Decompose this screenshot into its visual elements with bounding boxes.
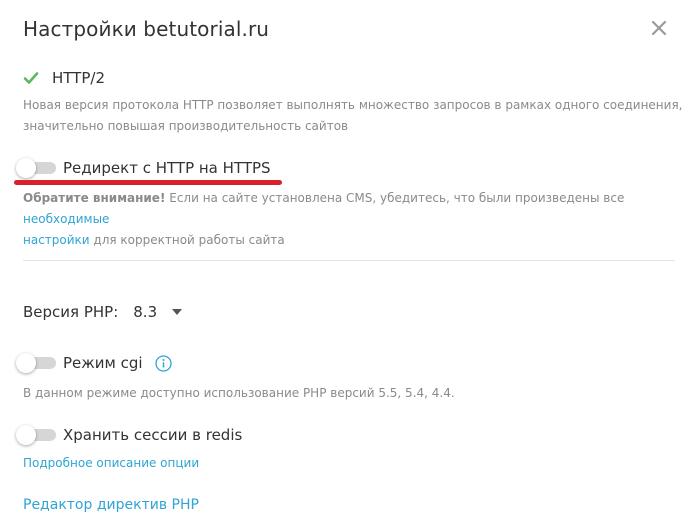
- redis-toggle[interactable]: [16, 425, 56, 445]
- checkmark-icon: [23, 72, 39, 84]
- warning-tail: для корректной работы сайта: [89, 233, 285, 247]
- http2-label: HTTP/2: [52, 69, 105, 87]
- settings-link[interactable]: настройки: [23, 233, 90, 247]
- necessary-settings-link[interactable]: необходимые: [23, 212, 109, 226]
- chevron-down-icon: [172, 309, 183, 315]
- php-version-value: 8.3: [133, 303, 158, 321]
- redirect-row: Редирект с HTTP на HTTPS: [16, 158, 271, 178]
- option-description-link[interactable]: Подробное описание опции: [23, 456, 199, 470]
- php-version-label: Версия PHP:: [23, 303, 119, 321]
- redis-label: Хранить сессии в redis: [63, 426, 243, 444]
- cgi-toggle[interactable]: [16, 353, 56, 373]
- section-divider: [23, 260, 675, 261]
- php-version-row: Версия PHP: 8.3: [23, 303, 183, 321]
- php-version-select[interactable]: 8.3: [133, 303, 183, 321]
- info-icon[interactable]: [154, 354, 172, 372]
- cgi-label: Режим cgi: [63, 354, 143, 372]
- http2-description-line2: значительно повышая производительность с…: [23, 119, 349, 133]
- dialog-title: Настройки betutorial.ru: [23, 17, 270, 41]
- warning-text: Если на сайте установлена CMS, убедитесь…: [165, 191, 625, 205]
- http2-row: HTTP/2: [23, 69, 105, 87]
- php-directives-editor-link[interactable]: Редактор директив PHP: [23, 497, 199, 513]
- redirect-warning: Обратите внимание! Если на сайте установ…: [23, 188, 696, 251]
- warning-bold: Обратите внимание!: [23, 191, 166, 205]
- cgi-row: Режим cgi: [16, 353, 172, 373]
- http2-description: Новая версия протокола HTTP позволяет вы…: [23, 95, 682, 137]
- redirect-toggle[interactable]: [16, 158, 56, 178]
- cgi-description: В данном режиме доступно использование P…: [23, 386, 455, 400]
- http2-description-line1: Новая версия протокола HTTP позволяет вы…: [23, 98, 683, 112]
- redirect-label: Редирект с HTTP на HTTPS: [63, 159, 271, 177]
- redirect-highlight-underline: [14, 180, 282, 185]
- redis-row: Хранить сессии в redis: [16, 425, 242, 445]
- close-icon[interactable]: [649, 18, 669, 38]
